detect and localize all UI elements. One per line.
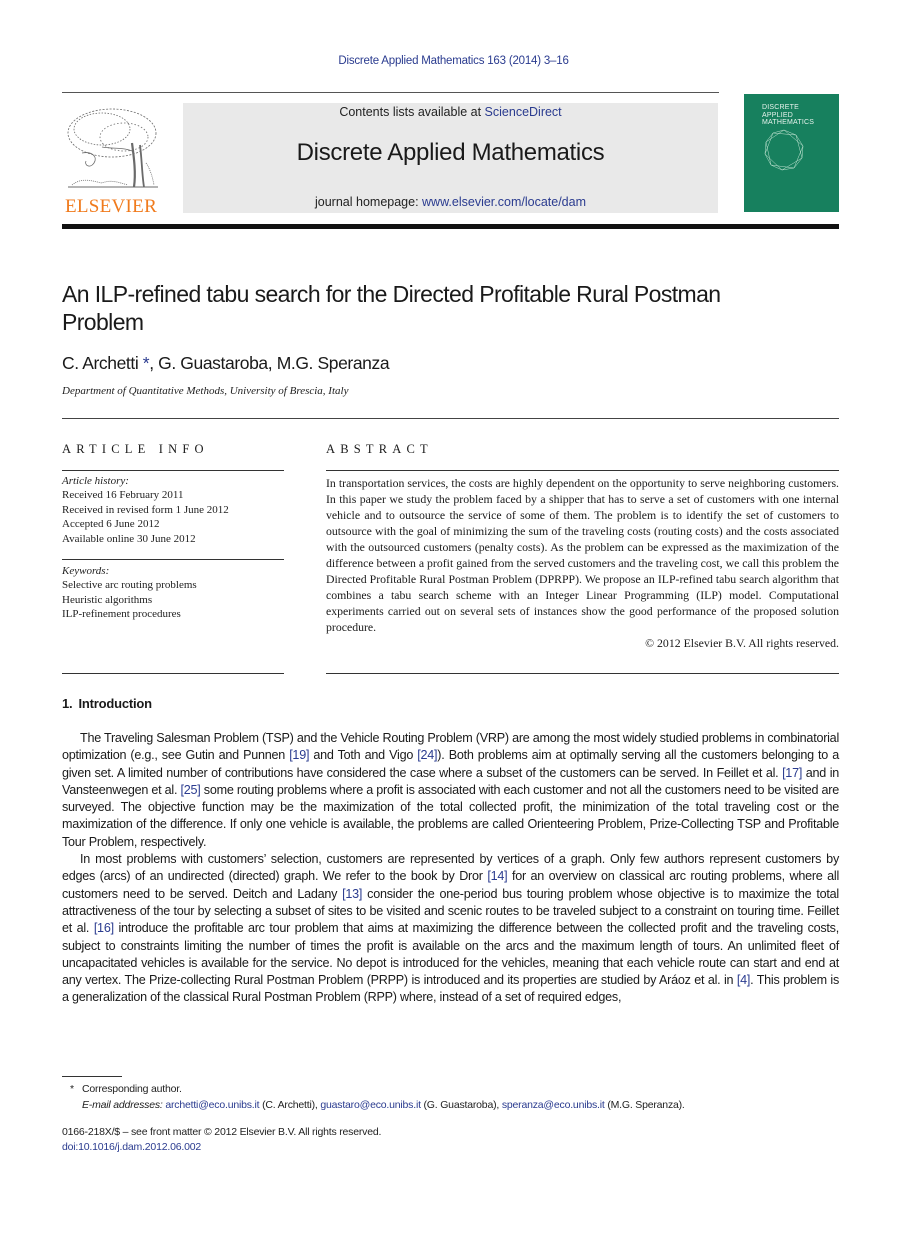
footnotes: * Corresponding author. E-mail addresses:… [62, 1081, 685, 1113]
article-info-bottom-rule [62, 673, 284, 674]
article-title: An ILP-refined tabu search for the Direc… [62, 281, 721, 335]
email-addresses: E-mail addresses: archetti@eco.unibs.it … [62, 1097, 685, 1113]
text-run: and Toth and Vigo [309, 748, 418, 763]
header-thick-rule [62, 224, 839, 229]
cover-title-line: APPLIED [762, 111, 793, 119]
citation-link[interactable]: [4] [737, 973, 751, 987]
email-link[interactable]: archetti@eco.unibs.it [165, 1099, 259, 1111]
journal-cover[interactable]: DISCRETE APPLIED MATHEMATICS [744, 94, 839, 212]
email-link[interactable]: guastaro@eco.unibs.it [320, 1099, 421, 1111]
affiliation: Department of Quantitative Methods, Univ… [62, 385, 349, 397]
footnote-star: * [70, 1083, 74, 1095]
author-name[interactable]: G. Guastaroba [158, 353, 268, 373]
abstract-bottom-rule [326, 673, 839, 674]
abstract-text: In transportation services, the costs ar… [326, 476, 839, 634]
abstract-rule [326, 470, 839, 471]
contents-line: Contents lists available at ScienceDirec… [183, 105, 718, 119]
citation-link[interactable]: [13] [342, 887, 362, 901]
email-link[interactable]: speranza@eco.unibs.it [502, 1099, 605, 1111]
email-owner: (C. Archetti), [262, 1099, 318, 1111]
journal-title: Discrete Applied Mathematics [296, 139, 605, 166]
cover-title: DISCRETE APPLIED MATHEMATICS [762, 104, 814, 127]
header-rule [62, 92, 719, 93]
section-number: 1. [62, 696, 73, 711]
cover-title-line: MATHEMATICS [762, 119, 815, 126]
citation-link[interactable]: [14] [487, 869, 507, 883]
doi-link[interactable]: doi:10.1016/j.dam.2012.06.002 [62, 1141, 201, 1153]
keywords-label: Keywords: [62, 565, 110, 577]
introduction-body: The Traveling Salesman Problem (TSP) and… [62, 730, 839, 1007]
paragraph: The Traveling Salesman Problem (TSP) and… [62, 730, 839, 851]
email-owner: (M.G. Speranza). [607, 1099, 685, 1111]
paragraph: In most problems with customers’ selecti… [62, 851, 839, 1007]
elsevier-tree-icon [67, 108, 158, 188]
front-matter: 0166-218X/$ – see front matter © 2012 El… [62, 1125, 381, 1155]
text-run: introduce the profitable arc tour proble… [62, 921, 839, 988]
article-history: Article history: Received 16 February 20… [62, 474, 284, 546]
keywords: Keywords: Selective arc routing problems… [62, 564, 284, 622]
article-info-heading: ARTICLE INFO [62, 442, 209, 456]
history-label: Article history: [62, 475, 129, 487]
running-head[interactable]: Discrete Applied Mathematics 163 (2014) … [0, 55, 907, 67]
keyword-item: ILP-refinement procedures [62, 608, 181, 621]
citation-link[interactable]: [16] [94, 921, 114, 935]
email-owner: (G. Guastaroba), [423, 1099, 500, 1111]
author-list: C. Archetti *, G. Guastaroba, M.G. Spera… [62, 353, 390, 373]
elsevier-logo[interactable]: ELSEVIER [62, 103, 160, 217]
abstract-copyright: © 2012 Elsevier B.V. All rights reserved… [645, 636, 839, 650]
section-title: Introduction [78, 696, 152, 711]
footnote-rule [62, 1076, 122, 1077]
email-label: E-mail addresses: [82, 1099, 163, 1111]
history-item: Available online 30 June 2012 [62, 532, 196, 545]
keywords-rule [62, 559, 284, 560]
section-heading-introduction: 1. Introduction [62, 696, 152, 711]
history-item: Received 16 February 2011 [62, 489, 184, 502]
footnote-text: Corresponding author. [82, 1083, 182, 1095]
author-name[interactable]: C. Archetti [62, 353, 139, 373]
contents-prefix: Contents lists available at [339, 105, 485, 119]
citation-link[interactable]: [19] [289, 748, 309, 762]
sciencedirect-link[interactable]: ScienceDirect [485, 105, 562, 119]
history-item: Accepted 6 June 2012 [62, 518, 160, 531]
keyword-item: Heuristic algorithms [62, 593, 153, 606]
section-rule [62, 418, 839, 419]
homepage-link[interactable]: www.elsevier.com/locate/dam [422, 195, 586, 209]
cover-graph-icon [764, 129, 804, 171]
citation-link[interactable]: [17] [782, 766, 802, 780]
citation-link[interactable]: [24] [417, 748, 437, 762]
elsevier-wordmark: ELSEVIER [64, 196, 158, 217]
journal-banner: Contents lists available at ScienceDirec… [183, 103, 718, 213]
corresponding-author-mark[interactable]: * [143, 353, 150, 373]
abstract: In transportation services, the costs ar… [326, 475, 839, 651]
cover-title-line: DISCRETE [762, 104, 799, 111]
keyword-item: Selective arc routing problems [62, 579, 197, 592]
homepage-line: journal homepage: www.elsevier.com/locat… [183, 195, 718, 209]
abstract-heading: ABSTRACT [326, 442, 433, 456]
author-name[interactable]: M.G. Speranza [277, 353, 390, 373]
corresponding-author-note: * Corresponding author. [62, 1081, 685, 1097]
history-item: Received in revised form 1 June 2012 [62, 503, 229, 516]
article-info-rule [62, 470, 284, 471]
citation-link[interactable]: [25] [181, 783, 201, 797]
issn-line: 0166-218X/$ – see front matter © 2012 El… [62, 1126, 382, 1138]
homepage-prefix: journal homepage: [315, 195, 423, 209]
